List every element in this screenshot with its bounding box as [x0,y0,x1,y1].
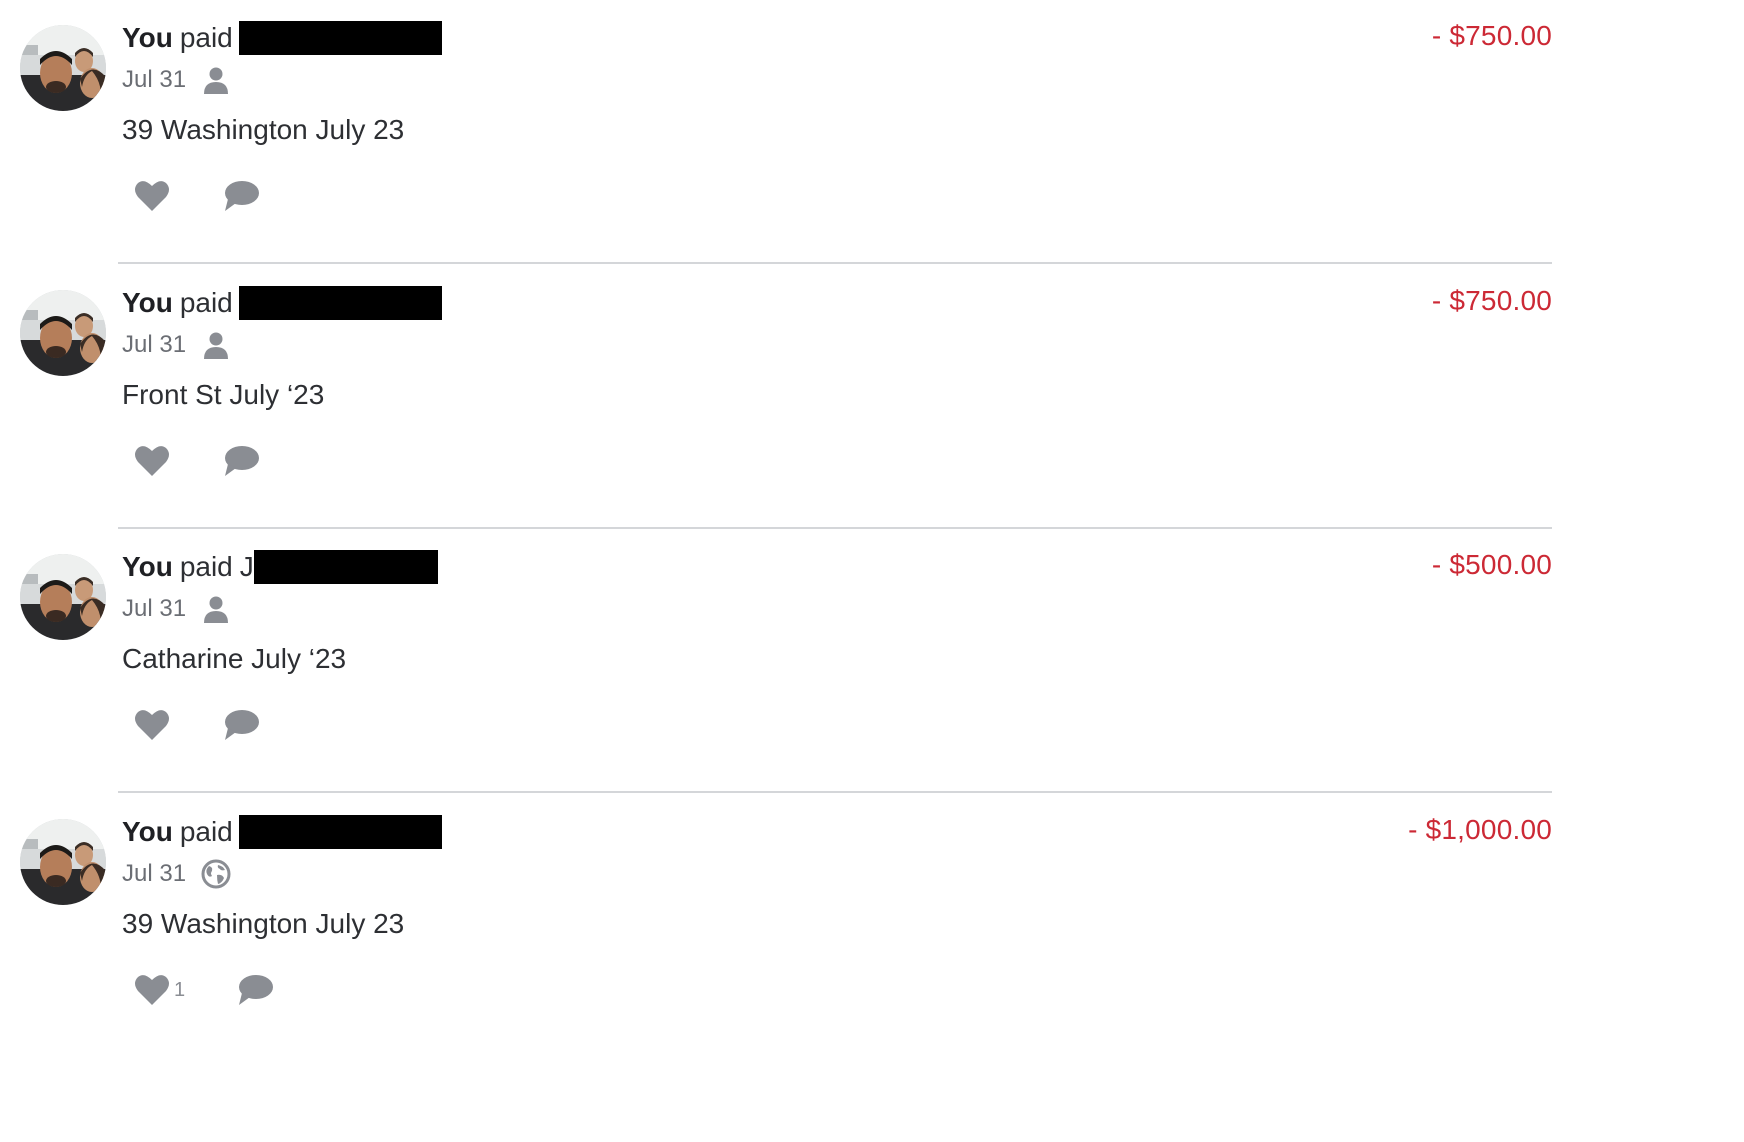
transaction-headline: You paid J [122,547,438,587]
avatar[interactable] [20,554,106,640]
transaction-feed: You paid - $750.00 Jul 31 39 Washington … [0,0,1744,1142]
actor-name[interactable]: You [122,287,173,319]
person-icon [201,330,231,360]
transaction-item[interactable]: You paid - $750.00 Jul 31 39 Washington … [0,0,1744,264]
redacted-recipient [238,21,442,55]
transaction-actions [134,705,262,745]
action-verb: paid [179,816,233,847]
transaction-amount: - $750.00 [1431,285,1552,316]
transaction-amount: - $500.00 [1431,549,1552,580]
comment-button[interactable] [222,443,262,479]
transaction-note: Catharine July ‘23 [122,643,347,674]
comment-button[interactable] [222,707,262,743]
transaction-amount: - $1,000.00 [1408,814,1552,845]
transaction-meta: Jul 31 [122,329,231,361]
transaction-actions [134,441,262,481]
divider [118,791,1552,793]
transaction-meta: Jul 31 [122,593,231,625]
transaction-actions: 1 [134,970,276,1010]
actor-name[interactable]: You [122,816,173,848]
transaction-meta: Jul 31 [122,64,231,96]
like-count[interactable]: 1 [174,979,190,1002]
redacted-recipient [238,286,442,320]
transaction-item[interactable]: You paid - $750.00 Jul 31 Front St July … [0,265,1744,529]
heart-icon [135,446,169,476]
person-icon [201,594,231,624]
transaction-note: Front St July ‘23 [122,379,325,410]
recipient-name-visible[interactable]: J [240,551,254,583]
like-button[interactable] [134,972,172,1008]
transaction-meta: Jul 31 [122,858,231,890]
globe-icon [201,859,231,889]
comment-bubble-icon [239,975,273,1005]
transaction-headline: You paid [122,283,442,323]
comment-bubble-icon [225,181,259,211]
avatar[interactable] [20,819,106,905]
comment-bubble-icon [225,446,259,476]
like-button[interactable] [134,443,172,479]
actor-name[interactable]: You [122,22,173,54]
transaction-headline: You paid [122,812,442,852]
heart-icon [135,181,169,211]
action-verb: paid [179,551,233,582]
transaction-headline: You paid [122,18,442,58]
comment-bubble-icon [225,710,259,740]
transaction-actions [134,176,262,216]
transaction-note: 39 Washington July 23 [122,908,405,939]
divider [118,262,1552,264]
heart-icon [135,975,169,1005]
comment-button[interactable] [222,178,262,214]
transaction-date: Jul 31 [122,331,187,358]
action-verb: paid [179,287,233,318]
person-icon [201,65,231,95]
transaction-date: Jul 31 [122,860,187,887]
transaction-item[interactable]: You paid J - $500.00 Jul 31 Catharine Ju… [0,529,1744,793]
redacted-recipient [238,815,442,849]
redacted-recipient [253,550,438,584]
transaction-amount: - $750.00 [1431,20,1552,51]
like-button[interactable] [134,178,172,214]
avatar[interactable] [20,25,106,111]
avatar[interactable] [20,290,106,376]
heart-icon [135,710,169,740]
like-button[interactable] [134,707,172,743]
comment-button[interactable] [236,972,276,1008]
transaction-note: 39 Washington July 23 [122,114,405,145]
actor-name[interactable]: You [122,551,173,583]
transaction-date: Jul 31 [122,595,187,622]
action-verb: paid [179,22,233,53]
transaction-item[interactable]: You paid - $1,000.00 Jul 31 39 Washingto… [0,794,1744,1058]
transaction-date: Jul 31 [122,66,187,93]
